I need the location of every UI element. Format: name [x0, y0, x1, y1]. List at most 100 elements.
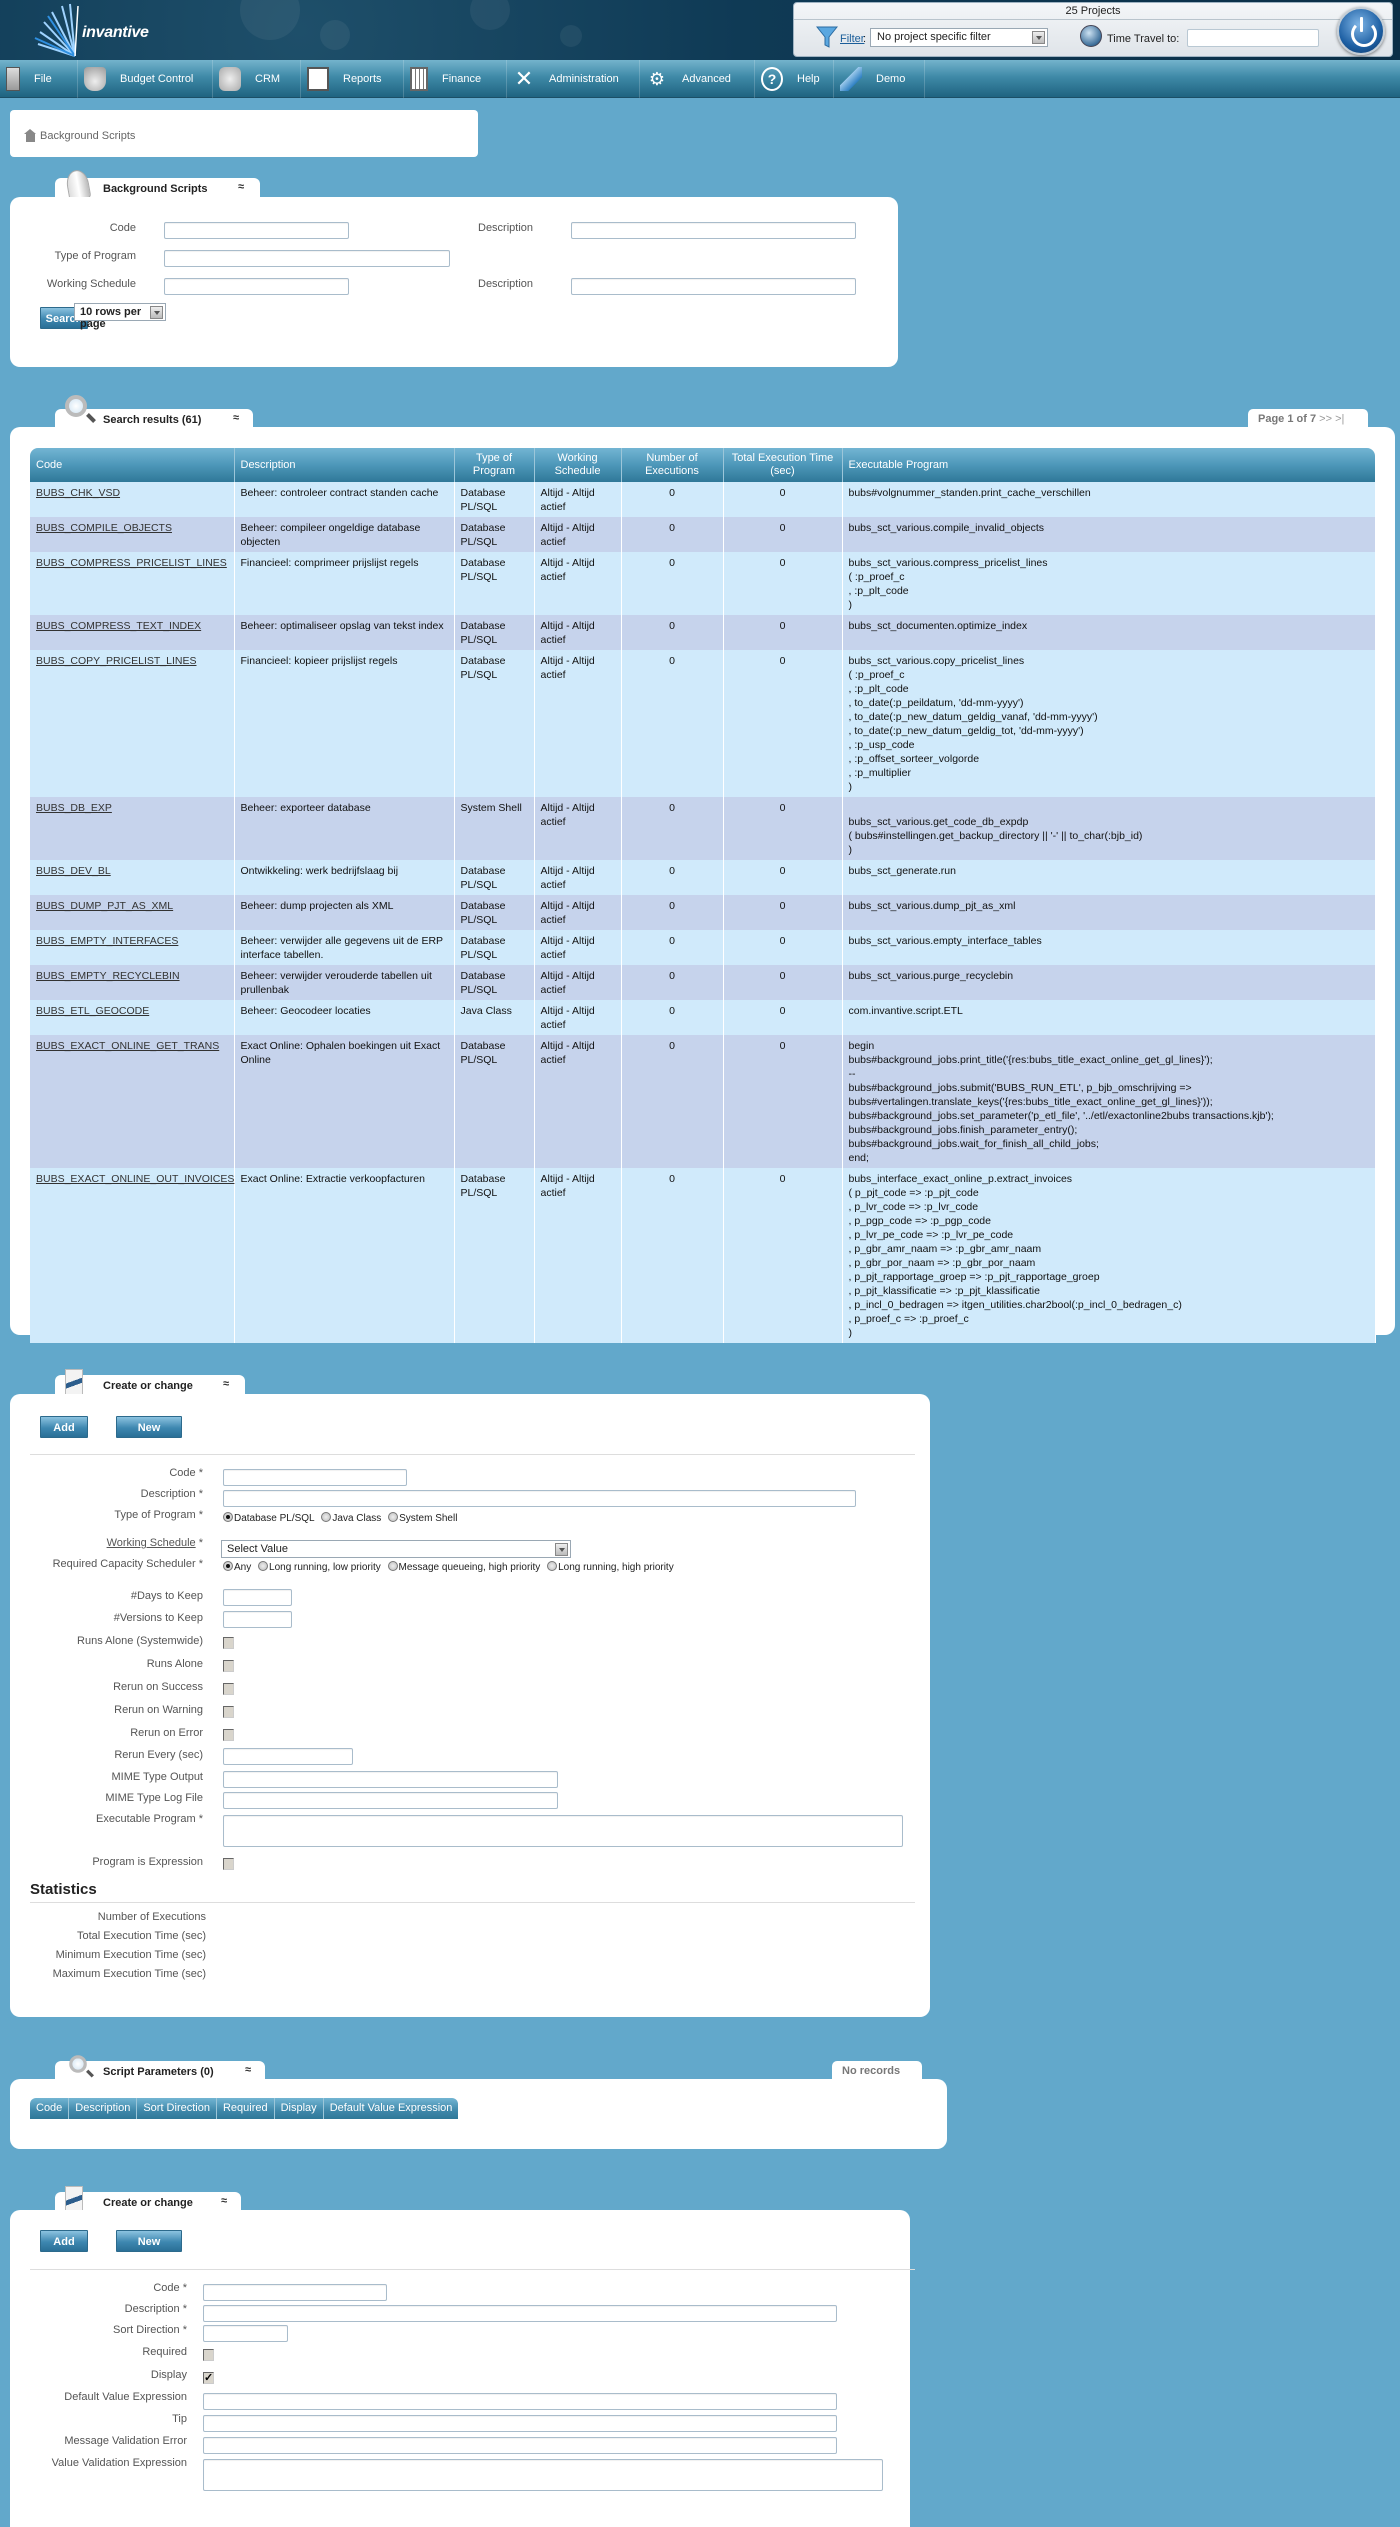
column-header-program[interactable]: Executable Program — [842, 448, 1375, 482]
script-code-link[interactable]: BUBS_DB_EXP — [36, 802, 112, 814]
table-row[interactable]: BUBS_EXACT_ONLINE_GET_TRANS Exact Online:… — [30, 1035, 1376, 1168]
description-search-input[interactable] — [571, 222, 856, 239]
rerun-every-input[interactable] — [223, 1748, 353, 1765]
table-row[interactable]: BUBS_ETL_GEOCODE Beheer: Geocodeer locati… — [30, 1000, 1376, 1035]
param-column-display[interactable]: Display — [275, 2098, 324, 2119]
radio-button[interactable] — [388, 1512, 399, 1523]
menu-help[interactable]: ? Help — [755, 60, 834, 98]
rerun-error-checkbox[interactable] — [223, 1729, 234, 1741]
collapse-icon[interactable]: ≈ — [238, 181, 244, 193]
schedule-search-input[interactable] — [164, 278, 349, 295]
time-travel-input[interactable] — [1187, 29, 1319, 47]
tip-input[interactable] — [203, 2415, 837, 2432]
schedule-select[interactable]: Select Value — [221, 1540, 571, 1558]
exec-program-textarea[interactable] — [223, 1815, 903, 1847]
radio-button[interactable] — [547, 1561, 558, 1572]
table-row[interactable]: BUBS_DEV_BL Ontwikkeling: werk bedrijfsla… — [30, 860, 1376, 895]
display-checkbox[interactable]: ✓ — [203, 2372, 214, 2384]
script-code-link[interactable]: BUBS_DEV_BL — [36, 865, 111, 877]
script-code-link[interactable]: BUBS_EXACT_ONLINE_OUT_INVOICES — [36, 1173, 234, 1185]
add-button[interactable]: Add — [40, 2230, 88, 2252]
table-row[interactable]: BUBS_COMPILE_OBJECTS Beheer: compileer on… — [30, 517, 1376, 552]
table-row[interactable]: BUBS_COPY_PRICELIST_LINES Financieel: kop… — [30, 650, 1376, 797]
add-button[interactable]: Add — [40, 1416, 88, 1438]
column-header-type[interactable]: Type of Program — [454, 448, 535, 482]
menu-crm[interactable]: CRM — [213, 60, 301, 98]
script-code-link[interactable]: BUBS_COPY_PRICELIST_LINES — [36, 655, 196, 667]
script-code-link[interactable]: BUBS_DUMP_PJT_AS_XML — [36, 900, 173, 912]
table-row[interactable]: BUBS_DUMP_PJT_AS_XML Beheer: dump project… — [30, 895, 1376, 930]
chevron-down-icon[interactable] — [555, 1543, 568, 1556]
default-value-input[interactable] — [203, 2393, 837, 2410]
menu-reports[interactable]: Reports — [301, 60, 404, 98]
script-code-link[interactable]: BUBS_EMPTY_INTERFACES — [36, 935, 178, 947]
capacity-option-long-low[interactable]: Long running, low priority — [258, 1561, 381, 1573]
param-code-input[interactable] — [203, 2284, 387, 2301]
program-expression-checkbox[interactable] — [223, 1858, 234, 1870]
script-code-link[interactable]: BUBS_EXACT_ONLINE_GET_TRANS — [36, 1040, 219, 1052]
radio-button[interactable] — [223, 1512, 233, 1523]
radio-button[interactable] — [258, 1561, 269, 1572]
radio-button[interactable] — [387, 1561, 398, 1572]
menu-file[interactable]: File — [0, 60, 78, 98]
chevron-down-icon[interactable] — [1032, 31, 1045, 44]
script-code-link[interactable]: BUBS_COMPRESS_TEXT_INDEX — [36, 620, 201, 632]
project-filter-select[interactable]: No project specific filter — [870, 28, 1048, 47]
script-code-link[interactable]: BUBS_COMPRESS_PRICELIST_LINES — [36, 557, 227, 569]
column-header-schedule[interactable]: Working Schedule — [534, 448, 622, 482]
table-row[interactable]: BUBS_COMPRESS_TEXT_INDEX Beheer: optimali… — [30, 615, 1376, 650]
script-code-link[interactable]: BUBS_ETL_GEOCODE — [36, 1005, 149, 1017]
message-validation-input[interactable] — [203, 2437, 837, 2454]
days-to-keep-input[interactable] — [223, 1589, 292, 1606]
table-row[interactable]: BUBS_DB_EXP Beheer: exporteer database Sys… — [30, 797, 1376, 860]
rerun-success-checkbox[interactable] — [223, 1683, 234, 1695]
required-checkbox[interactable] — [203, 2349, 214, 2361]
new-button[interactable]: New — [116, 2230, 182, 2252]
rerun-warning-checkbox[interactable] — [223, 1706, 234, 1718]
param-column-description[interactable]: Description — [69, 2098, 138, 2119]
filter-link[interactable]: Filter — [840, 33, 864, 45]
type-option-shell[interactable]: System Shell — [388, 1512, 457, 1524]
menu-budget-control[interactable]: Budget Control — [78, 60, 213, 98]
table-row[interactable]: BUBS_CHK_VSD Beheer: controleer contract … — [30, 482, 1376, 517]
param-column-code[interactable]: Code — [30, 2098, 70, 2119]
runs-alone-checkbox[interactable] — [223, 1660, 234, 1672]
schedule-description-search-input[interactable] — [571, 278, 856, 295]
code-input[interactable] — [223, 1469, 407, 1486]
value-validation-textarea[interactable] — [203, 2459, 883, 2491]
new-button[interactable]: New — [116, 1416, 182, 1438]
menu-advanced[interactable]: ⚙ Advanced — [640, 60, 755, 98]
menu-administration[interactable]: ✕ Administration — [507, 60, 640, 98]
menu-finance[interactable]: Finance — [404, 60, 507, 98]
type-option-java[interactable]: Java Class — [321, 1512, 381, 1524]
power-logout-button[interactable] — [1337, 7, 1385, 55]
capacity-option-mq-high[interactable]: Message queueing, high priority — [387, 1561, 540, 1573]
collapse-icon[interactable]: ≈ — [233, 412, 239, 424]
column-header-total-time[interactable]: Total Execution Time (sec) — [723, 448, 843, 482]
column-header-executions[interactable]: Number of Executions — [621, 448, 724, 482]
param-description-input[interactable] — [203, 2305, 837, 2322]
capacity-option-long-high[interactable]: Long running, high priority — [547, 1561, 674, 1573]
type-search-input[interactable] — [164, 250, 450, 267]
column-header-description[interactable]: Description — [234, 448, 455, 482]
param-column-required[interactable]: Required — [217, 2098, 275, 2119]
description-input[interactable] — [223, 1490, 856, 1507]
collapse-icon[interactable]: ≈ — [221, 2195, 227, 2207]
mime-log-input[interactable] — [223, 1792, 558, 1809]
menu-demo[interactable]: Demo — [834, 60, 925, 98]
sort-direction-input[interactable] — [203, 2325, 288, 2342]
script-code-link[interactable]: BUBS_CHK_VSD — [36, 487, 120, 499]
radio-button[interactable] — [321, 1512, 332, 1523]
column-header-code[interactable]: Code — [30, 448, 235, 482]
invantive-logo[interactable]: invantive — [30, 2, 149, 58]
versions-to-keep-input[interactable] — [223, 1611, 292, 1628]
capacity-option-any[interactable]: Any — [223, 1561, 251, 1573]
param-column-sort-direction[interactable]: Sort Direction — [137, 2098, 217, 2119]
table-row[interactable]: BUBS_EMPTY_RECYCLEBIN Beheer: verwijder v… — [30, 965, 1376, 1000]
param-column-default-value[interactable]: Default Value Expression — [324, 2098, 459, 2119]
table-row[interactable]: BUBS_EMPTY_INTERFACES Beheer: verwijder a… — [30, 930, 1376, 965]
type-option-plsql[interactable]: Database PL/SQL — [223, 1512, 315, 1524]
last-page-link[interactable]: >| — [1335, 413, 1344, 425]
collapse-icon[interactable]: ≈ — [245, 2064, 251, 2076]
runs-alone-sys-checkbox[interactable] — [223, 1637, 234, 1649]
